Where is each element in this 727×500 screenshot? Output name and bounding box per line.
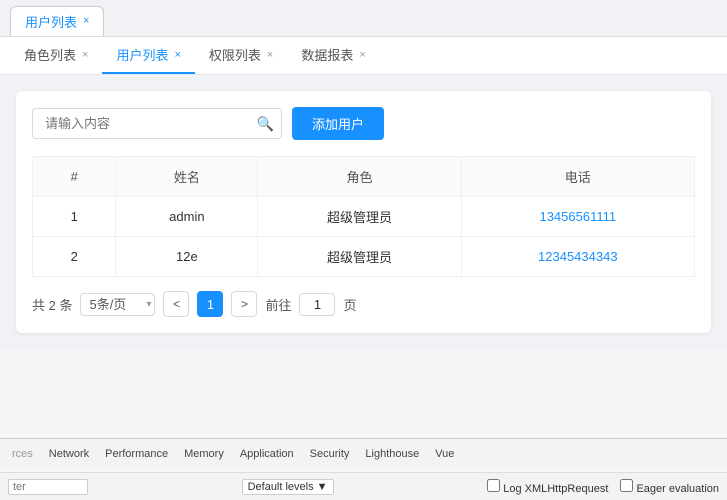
devtools-tab-lighthouse[interactable]: Lighthouse xyxy=(357,444,427,464)
pagination: 共 2 条 5条/页 10条/页 20条/页 < 1 > 前往 页 xyxy=(32,291,695,317)
cell-id: 2 xyxy=(33,237,116,277)
table-row: 1 admin 超级管理员 13456561111 xyxy=(33,197,695,237)
add-user-button[interactable]: 添加用户 xyxy=(292,107,384,140)
devtools-tab-vue[interactable]: Vue xyxy=(427,444,462,464)
page-size-wrapper: 5条/页 10条/页 20条/页 xyxy=(80,293,155,316)
sub-tab-perm-label: 权限列表 xyxy=(209,45,261,64)
sub-tab-perm-close-icon[interactable]: × xyxy=(267,49,273,61)
sub-tab-role-close-icon[interactable]: × xyxy=(82,49,88,61)
page-size-select[interactable]: 5条/页 10条/页 20条/页 xyxy=(80,293,155,316)
cell-role: 超级管理员 xyxy=(258,197,461,237)
goto-label: 前往 xyxy=(265,295,291,314)
default-levels-label: Default levels ▼ xyxy=(248,481,328,493)
page-prev-button[interactable]: < xyxy=(163,291,189,317)
cell-name: admin xyxy=(116,197,258,237)
table-header-row: # 姓名 角色 电话 xyxy=(33,157,695,197)
devtools-tab-application[interactable]: Application xyxy=(232,444,302,464)
devtools-filter-bar: Default levels ▼ Log XMLHttpRequest Eage… xyxy=(0,472,727,500)
cell-phone: 12345434343 xyxy=(461,237,694,277)
log-xhr-text: Log XMLHttpRequest xyxy=(503,483,608,495)
goto-input[interactable] xyxy=(299,293,335,316)
devtools-tab-sources[interactable]: rces xyxy=(4,444,41,464)
total-label: 共 2 条 xyxy=(32,295,72,314)
cell-id: 1 xyxy=(33,197,116,237)
col-phone: 电话 xyxy=(461,157,694,197)
cell-role: 超级管理员 xyxy=(258,237,461,277)
log-xhr-checkbox[interactable] xyxy=(487,479,500,492)
content-card: 🔍 添加用户 # 姓名 角色 电话 1 admin 超级管理员 13456561… xyxy=(16,91,711,333)
default-levels-dropdown[interactable]: Default levels ▼ xyxy=(242,479,334,495)
top-tab-close-icon[interactable]: × xyxy=(83,16,89,27)
eager-eval-label[interactable]: Eager evaluation xyxy=(620,479,719,495)
sub-tab-user-label: 用户列表 xyxy=(116,45,168,64)
sub-tab-bar: 角色列表 × 用户列表 × 权限列表 × 数据报表 × xyxy=(0,37,727,75)
devtools-tab-performance[interactable]: Performance xyxy=(97,444,176,464)
search-icon: 🔍 xyxy=(257,115,274,131)
sub-tab-data-report[interactable]: 数据报表 × xyxy=(287,37,379,74)
devtools-tab-network[interactable]: Network xyxy=(41,444,97,464)
sub-tab-perm-list[interactable]: 权限列表 × xyxy=(195,37,287,74)
search-bar: 🔍 添加用户 xyxy=(32,107,695,140)
cell-name: 12e xyxy=(116,237,258,277)
table-row: 2 12e 超级管理员 12345434343 xyxy=(33,237,695,277)
top-tab-label: 用户列表 xyxy=(25,12,77,31)
devtools-tab-security[interactable]: Security xyxy=(302,444,358,464)
eager-eval-text: Eager evaluation xyxy=(636,483,719,495)
log-xhr-label[interactable]: Log XMLHttpRequest xyxy=(487,479,608,495)
search-input[interactable] xyxy=(32,108,282,139)
page-current: 1 xyxy=(197,291,223,317)
sub-tab-user-close-icon[interactable]: × xyxy=(174,49,180,61)
devtools-tab-memory[interactable]: Memory xyxy=(176,444,232,464)
devtools-right-panel: Log XMLHttpRequest Eager evaluation xyxy=(487,479,719,495)
eager-eval-checkbox[interactable] xyxy=(620,479,633,492)
top-tab-user-list[interactable]: 用户列表 × xyxy=(10,6,104,36)
sub-tab-data-label: 数据报表 xyxy=(301,45,353,64)
sub-tab-role-list[interactable]: 角色列表 × xyxy=(10,37,102,74)
col-id: # xyxy=(33,157,116,197)
devtools-filter-input[interactable] xyxy=(8,479,88,495)
cell-phone: 13456561111 xyxy=(461,197,694,237)
col-role: 角色 xyxy=(258,157,461,197)
page-unit: 页 xyxy=(343,295,356,314)
top-tab-bar: 用户列表 × xyxy=(0,0,727,37)
page-next-button[interactable]: > xyxy=(231,291,257,317)
col-name: 姓名 xyxy=(116,157,258,197)
search-button[interactable]: 🔍 xyxy=(257,115,274,132)
sub-tab-user-list[interactable]: 用户列表 × xyxy=(102,37,194,74)
table-header: # 姓名 角色 电话 xyxy=(33,157,695,197)
devtools-tab-bar: rces Network Performance Memory Applicat… xyxy=(0,438,727,468)
table-body: 1 admin 超级管理员 13456561111 2 12e 超级管理员 12… xyxy=(33,197,695,277)
sub-tab-role-label: 角色列表 xyxy=(24,45,76,64)
main-content: 🔍 添加用户 # 姓名 角色 电话 1 admin 超级管理员 13456561… xyxy=(0,75,727,349)
user-table: # 姓名 角色 电话 1 admin 超级管理员 13456561111 2 1… xyxy=(32,156,695,277)
sub-tab-data-close-icon[interactable]: × xyxy=(359,49,365,61)
search-input-wrap: 🔍 xyxy=(32,108,282,139)
